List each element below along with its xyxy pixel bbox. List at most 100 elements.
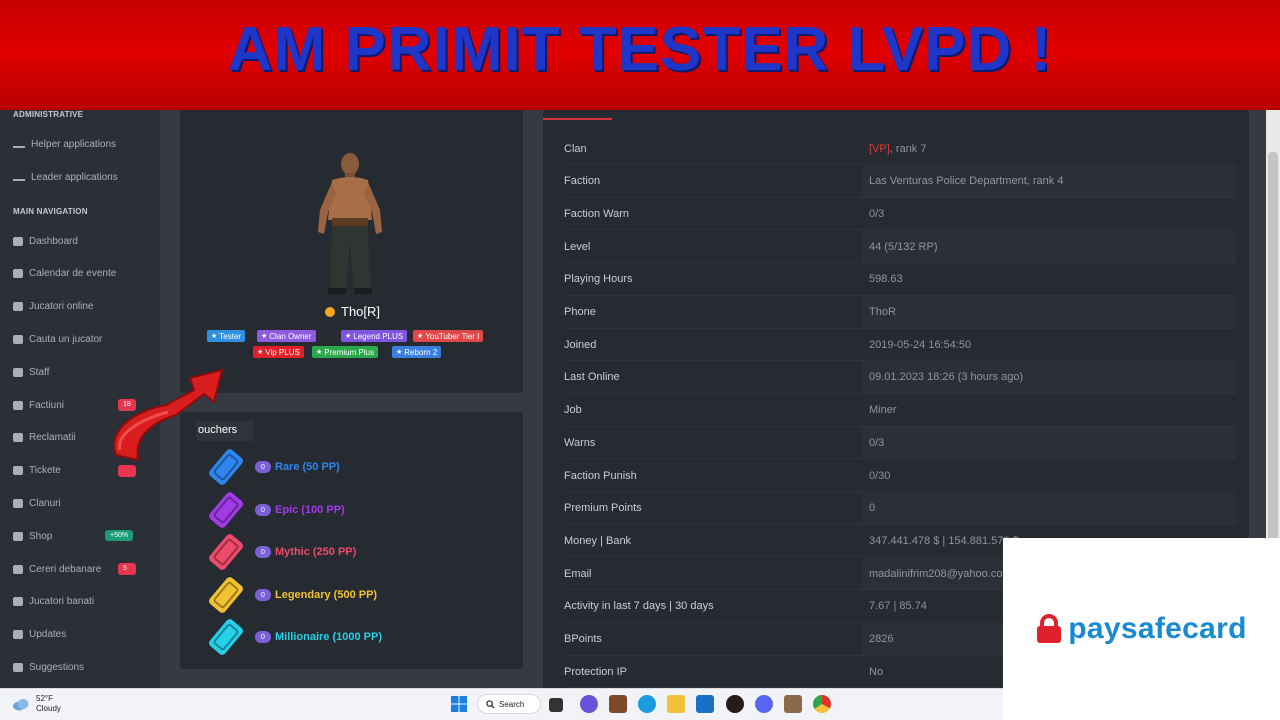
taskbar-search[interactable]: Search xyxy=(477,694,541,714)
home-icon xyxy=(13,236,23,246)
info-key: Activity in last 7 days | 30 days xyxy=(564,600,714,613)
badge-label: Legend PLUS xyxy=(353,331,404,341)
info-value: 2019-05-24 16:54:50 xyxy=(869,338,972,351)
info-key: Email xyxy=(564,567,592,580)
profile-badge-tester: ★ Tester xyxy=(207,330,246,342)
voucher-item[interactable]: 0 Epic (100 PP) xyxy=(205,491,515,529)
paysafecard-ad: paysafecard xyxy=(1003,538,1280,720)
sidebar-item-jucatori-banati[interactable]: Jucatori banati xyxy=(13,591,153,613)
info-value: 09.01.2023 18:26 (3 hours ago) xyxy=(869,371,1024,384)
profile-badge-legend-plus: ★ Legend PLUS xyxy=(341,330,408,342)
info-key: Premium Points xyxy=(564,502,642,515)
info-row-joined: Joined 2019-05-24 16:54:50 xyxy=(564,329,1236,362)
profile-badge-reborn-2: ★ Reborn 2 xyxy=(392,346,442,358)
info-key: BPoints xyxy=(564,633,602,645)
badge-label: Vip PLUS xyxy=(265,347,300,357)
badge-label: Premium Plus xyxy=(324,347,375,357)
game-app-icon[interactable] xyxy=(609,695,627,713)
sidebar-item-dashboard[interactable]: Dashboard xyxy=(13,230,153,252)
voucher-item[interactable]: 0 Rare (50 PP) xyxy=(205,448,515,486)
voucher-label: Mythic (250 PP) xyxy=(275,546,357,558)
sidebar-item-clanuri[interactable]: Clanuri xyxy=(13,492,153,514)
sidebar-item-label: Helper applications xyxy=(31,138,117,150)
info-key: Last Online xyxy=(564,371,620,384)
weather-widget[interactable]: 52°F Cloudy xyxy=(12,694,61,714)
sidebar-item-updates[interactable]: Updates xyxy=(13,624,153,646)
video-banner: AM PRIMIT TESTER LVPD ! xyxy=(0,0,1280,110)
sidebar-item-label: Cereri debanare xyxy=(29,563,102,575)
sidebar-item-label: Leader applications xyxy=(31,171,118,183)
ticket-icon xyxy=(209,577,243,613)
sidebar-item-label: Updates xyxy=(29,629,67,641)
teams-icon[interactable] xyxy=(580,695,598,713)
info-key: Playing Hours xyxy=(564,273,633,286)
file-explorer-icon[interactable] xyxy=(667,695,685,713)
voucher-item[interactable]: 0 Mythic (250 PP) xyxy=(205,533,515,571)
info-key: Job xyxy=(564,404,582,417)
sidebar-item-helper-applications[interactable]: Helper applications xyxy=(13,133,153,155)
chrome-icon[interactable] xyxy=(813,695,831,713)
info-key: Money | Bank xyxy=(564,534,632,547)
cloud-icon xyxy=(13,699,29,711)
sidebar-item-label: Staff xyxy=(29,366,50,378)
sidebar-item-badge: 5 xyxy=(118,563,136,575)
clan-tag-link[interactable]: [VP] xyxy=(869,143,890,155)
clan-rank: , rank 7 xyxy=(889,142,927,155)
info-row-level: Level 44 (5/132 RP) xyxy=(564,231,1236,264)
badge-label: YouTuber Tier I xyxy=(425,331,480,341)
info-value[interactable]: [VP], rank 7 xyxy=(869,143,926,155)
red-arrow-overlay xyxy=(113,368,224,462)
voucher-item[interactable]: 0 Legendary (500 PP) xyxy=(205,576,515,614)
sidebar-item-cauta-un-jucator[interactable]: Cauta un jucator xyxy=(13,328,153,350)
info-value: 2826 xyxy=(869,633,894,645)
sidebar-item-label: Dashboard xyxy=(29,235,78,247)
info-value: madalinifrim208@yahoo.com xyxy=(869,567,1012,580)
info-row-faction: Faction Las Venturas Police Department, r… xyxy=(564,166,1236,198)
reborn-icon: ★ xyxy=(396,349,403,356)
sidebar-item-label: Calendar de evente xyxy=(29,268,117,280)
windows-start-icon[interactable] xyxy=(450,695,468,713)
info-row-playing-hours: Playing Hours 598.63 xyxy=(564,264,1236,296)
info-value: 0/3 xyxy=(869,436,885,449)
discord-icon[interactable] xyxy=(755,695,773,713)
info-value: Miner xyxy=(869,404,897,417)
info-value: 347.441.478 $ | 154.881.579 $ xyxy=(869,534,1019,547)
edge-icon[interactable] xyxy=(638,695,656,713)
voucher-count: 0 xyxy=(255,461,271,473)
info-key: Faction Punish xyxy=(564,469,637,482)
cash-icon xyxy=(13,531,23,541)
voucher-label: Legendary (500 PP) xyxy=(275,589,378,601)
info-key: Clan xyxy=(564,142,587,155)
sidebar-item-leader-applications[interactable]: Leader applications xyxy=(13,166,153,188)
task-view-icon[interactable] xyxy=(549,698,563,712)
info-key: Protection IP xyxy=(564,665,627,678)
voucher-label: Epic (100 PP) xyxy=(275,504,345,516)
sidebar-item-label: Factiuni xyxy=(29,399,65,411)
sidebar-item-suggestions[interactable]: Suggestions xyxy=(13,656,153,678)
sidebar-item-jucatori-online[interactable]: Jucatori online xyxy=(13,296,153,318)
search-icon xyxy=(486,699,495,709)
users-icon: ★ xyxy=(261,333,268,340)
app-icon[interactable] xyxy=(726,695,744,713)
bolt-icon: ★ xyxy=(345,333,352,340)
banner-title: AM PRIMIT TESTER LVPD ! xyxy=(227,14,1053,84)
weather-temp: 52°F xyxy=(36,694,53,703)
profile-badge-clan-owner: ★ Clan Owner xyxy=(257,330,316,342)
game-launcher-icon[interactable] xyxy=(784,695,802,713)
info-value: 598.63 xyxy=(869,273,903,286)
search-icon xyxy=(13,334,23,344)
voucher-item[interactable]: 0 Millionaire (1000 PP) xyxy=(205,618,515,656)
sidebar-item-label: Reclamatii xyxy=(29,432,76,444)
shield-icon xyxy=(13,367,23,377)
wrench-icon: ★ xyxy=(211,333,218,340)
gamepad-icon xyxy=(13,269,23,279)
sidebar-section-main: MAIN NAVIGATION xyxy=(13,207,88,216)
sidebar-item-calendar-de-evente[interactable]: Calendar de evente xyxy=(13,263,153,285)
info-key: Phone xyxy=(564,306,596,318)
online-status-dot xyxy=(325,306,335,317)
mail-icon[interactable] xyxy=(696,695,714,713)
edit-icon xyxy=(13,662,23,672)
ticket-icon xyxy=(209,492,243,528)
ticket-icon xyxy=(209,534,243,570)
info-value: 44 (5/132 RP) xyxy=(869,240,938,253)
